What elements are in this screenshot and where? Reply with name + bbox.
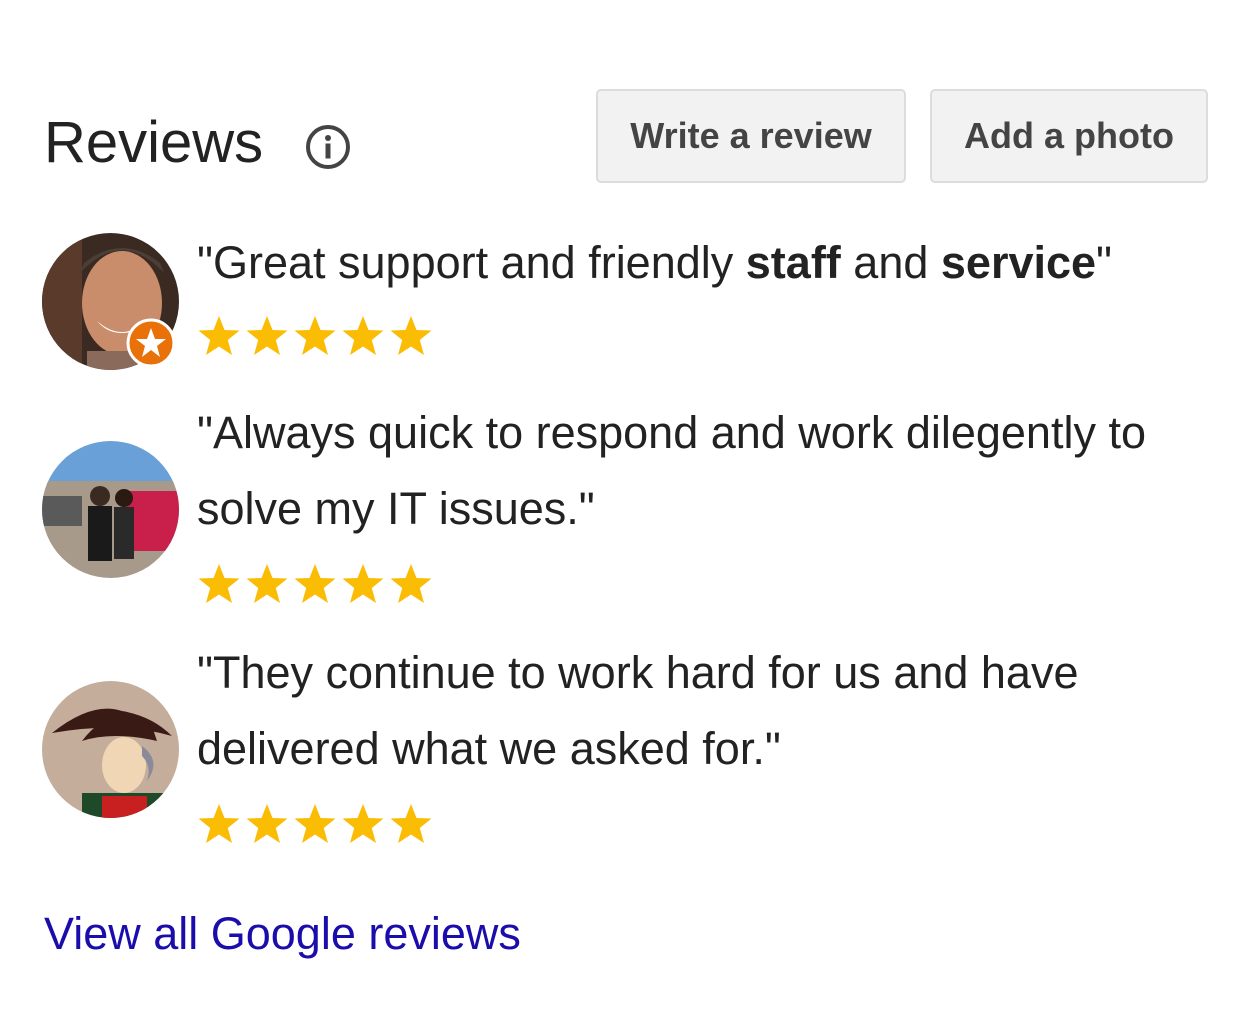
review-text: "Great support and friendly staff and se… (197, 237, 1113, 288)
star-icon (244, 313, 290, 359)
star-icon (196, 561, 242, 607)
star-icon (388, 801, 434, 847)
star-icon (196, 801, 242, 847)
star-icon (196, 313, 242, 359)
review-text: "Always quick to respond and work dilege… (197, 407, 1146, 534)
review-text: "They continue to work hard for us and h… (197, 647, 1079, 774)
star-icon (340, 313, 386, 359)
reviewer-avatar[interactable] (42, 441, 179, 578)
star-rating (196, 801, 434, 847)
star-icon (340, 801, 386, 847)
reviews-heading: Reviews (44, 110, 264, 175)
local-guide-star-icon (126, 318, 176, 368)
info-icon[interactable] (305, 124, 351, 170)
star-icon (388, 313, 434, 359)
star-rating (196, 561, 434, 607)
star-icon (388, 561, 434, 607)
star-icon (292, 313, 338, 359)
write-review-button[interactable]: Write a review (596, 89, 906, 183)
view-all-reviews-link[interactable]: View all Google reviews (44, 905, 521, 963)
add-photo-button[interactable]: Add a photo (930, 89, 1208, 183)
star-icon (244, 561, 290, 607)
star-rating (196, 313, 434, 359)
star-icon (340, 561, 386, 607)
star-icon (244, 801, 290, 847)
star-icon (292, 801, 338, 847)
reviewer-avatar[interactable] (42, 681, 179, 818)
star-icon (292, 561, 338, 607)
